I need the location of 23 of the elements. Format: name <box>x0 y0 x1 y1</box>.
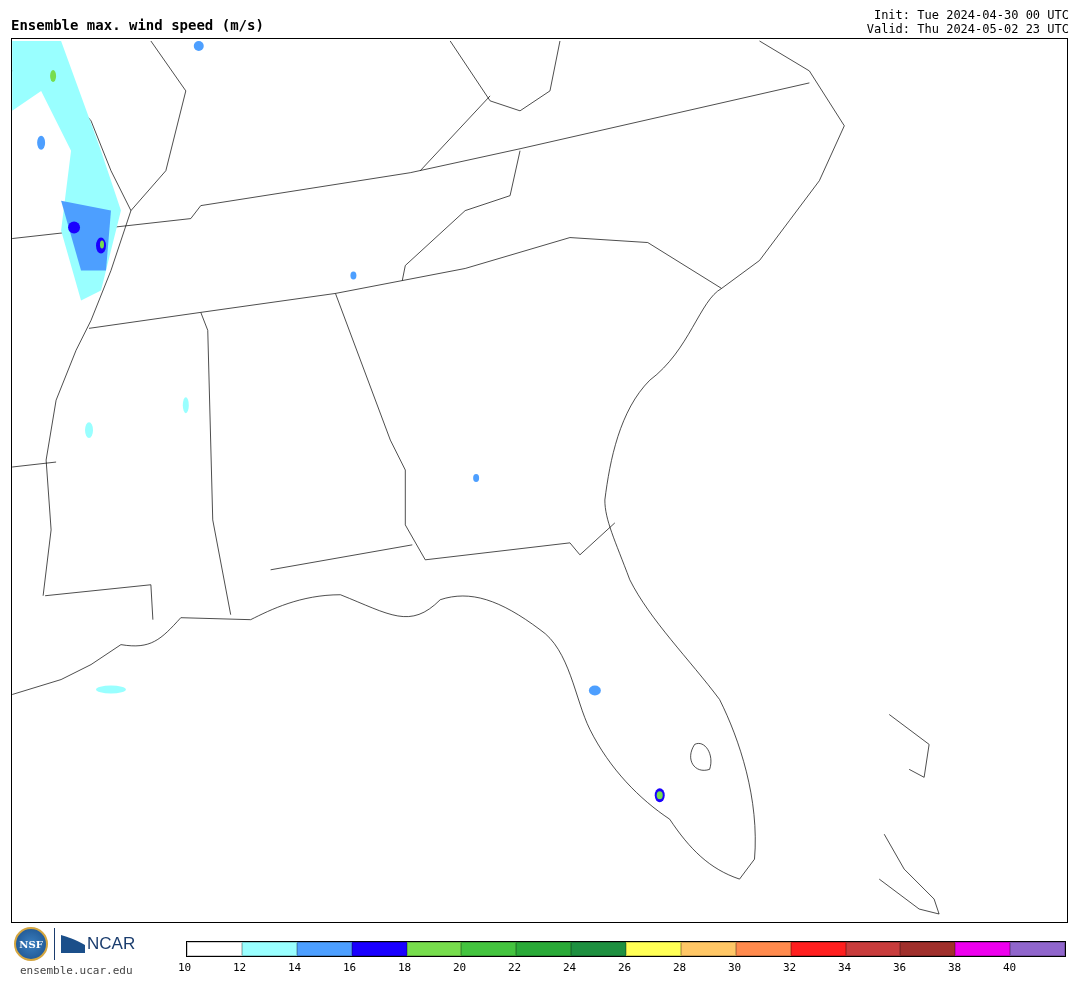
ncar-logo: NCAR <box>87 934 136 954</box>
tick-label: 10 <box>178 961 192 974</box>
tick-label: 24 <box>563 961 577 974</box>
valid-time: Valid: Thu 2024-05-02 23 UTC <box>866 22 1069 36</box>
tick-label: 20 <box>453 961 467 974</box>
swoosh-icon <box>61 935 85 953</box>
init-time: Init: Tue 2024-04-30 00 UTC <box>873 8 1069 22</box>
tick-label: 28 <box>673 961 687 974</box>
tick-label: 32 <box>783 961 797 974</box>
site-url: ensemble.ucar.edu <box>20 964 133 977</box>
tick-label: 12 <box>233 961 247 974</box>
tick-label: 26 <box>618 961 632 974</box>
tick-label: 36 <box>893 961 907 974</box>
tick-label: 14 <box>288 961 302 974</box>
tick-label: 40 <box>1003 961 1017 974</box>
map-title: Ensemble max. wind speed (m/s) <box>11 17 264 35</box>
tick-label: 22 <box>508 961 522 974</box>
tick-label: 30 <box>728 961 742 974</box>
tick-label: 18 <box>398 961 412 974</box>
tick-label: 38 <box>948 961 962 974</box>
tick-label: 34 <box>838 961 852 974</box>
tick-label: 16 <box>343 961 357 974</box>
nsf-logo: NSF <box>14 927 48 961</box>
